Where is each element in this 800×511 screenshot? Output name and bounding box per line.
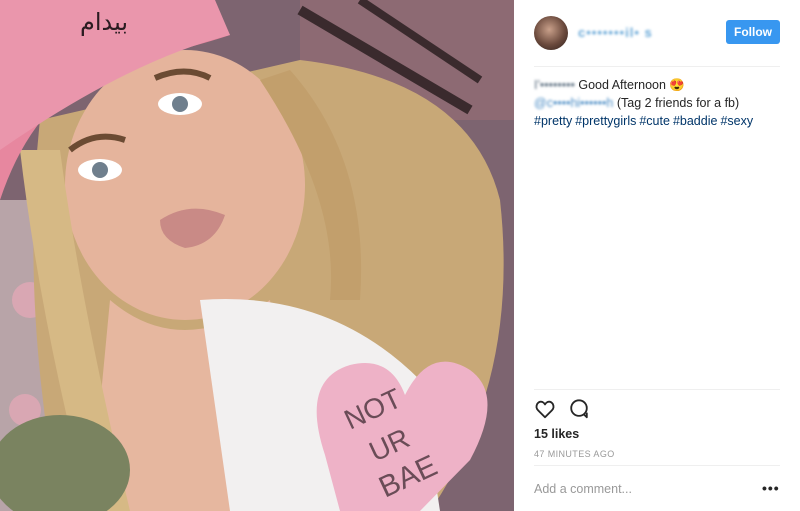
post-header: c•••••••il• s Follow [534,14,780,54]
caption-mention-link[interactable]: @c••••hi••••••h [534,96,613,110]
more-options-icon[interactable]: ••• [762,480,780,496]
hashtag-link[interactable]: #sexy [720,114,753,128]
comment-bubble-icon[interactable] [568,398,590,420]
hashtag-link[interactable]: #pretty [534,114,572,128]
hashtag-list: #pretty #prettygirls #cute #baddie #sexy [534,112,784,130]
follow-button[interactable]: Follow [726,20,780,44]
username-link[interactable]: c•••••••il• s [578,25,653,40]
divider [534,465,780,466]
heart-eyes-emoji-icon: 😍 [669,78,685,92]
hashtag-link[interactable]: #prettygirls [575,114,636,128]
avatar[interactable] [534,16,568,50]
divider [534,66,780,67]
caption-prefix-blurred: I'•••••••• [534,78,575,92]
post-actions [534,398,614,422]
caption-mention-note: (Tag 2 friends for a fb) [616,96,740,110]
svg-text:ﺑﻴﺪﺍﻡ: ﺑﻴﺪﺍﻡ [80,8,128,36]
post-side-panel: c•••••••il• s Follow I'•••••••• Good Aft… [514,0,800,511]
post-timestamp: 47 MINUTES AGO [534,449,615,459]
hashtag-link[interactable]: #baddie [673,114,718,128]
hashtag-link[interactable]: #cute [639,114,670,128]
post-photo-illustration: NOT UR BAE ﺑﻴﺪﺍﻡ [0,0,514,511]
caption-text: Good Afternoon [578,78,666,92]
heart-icon[interactable] [534,398,556,420]
post-caption: I'•••••••• Good Afternoon 😍 @c••••hi••••… [534,76,784,130]
comment-input[interactable] [534,477,744,501]
likes-count[interactable]: 15 likes [534,427,579,441]
post-photo[interactable]: NOT UR BAE ﺑﻴﺪﺍﻡ [0,0,514,511]
divider [534,389,780,390]
